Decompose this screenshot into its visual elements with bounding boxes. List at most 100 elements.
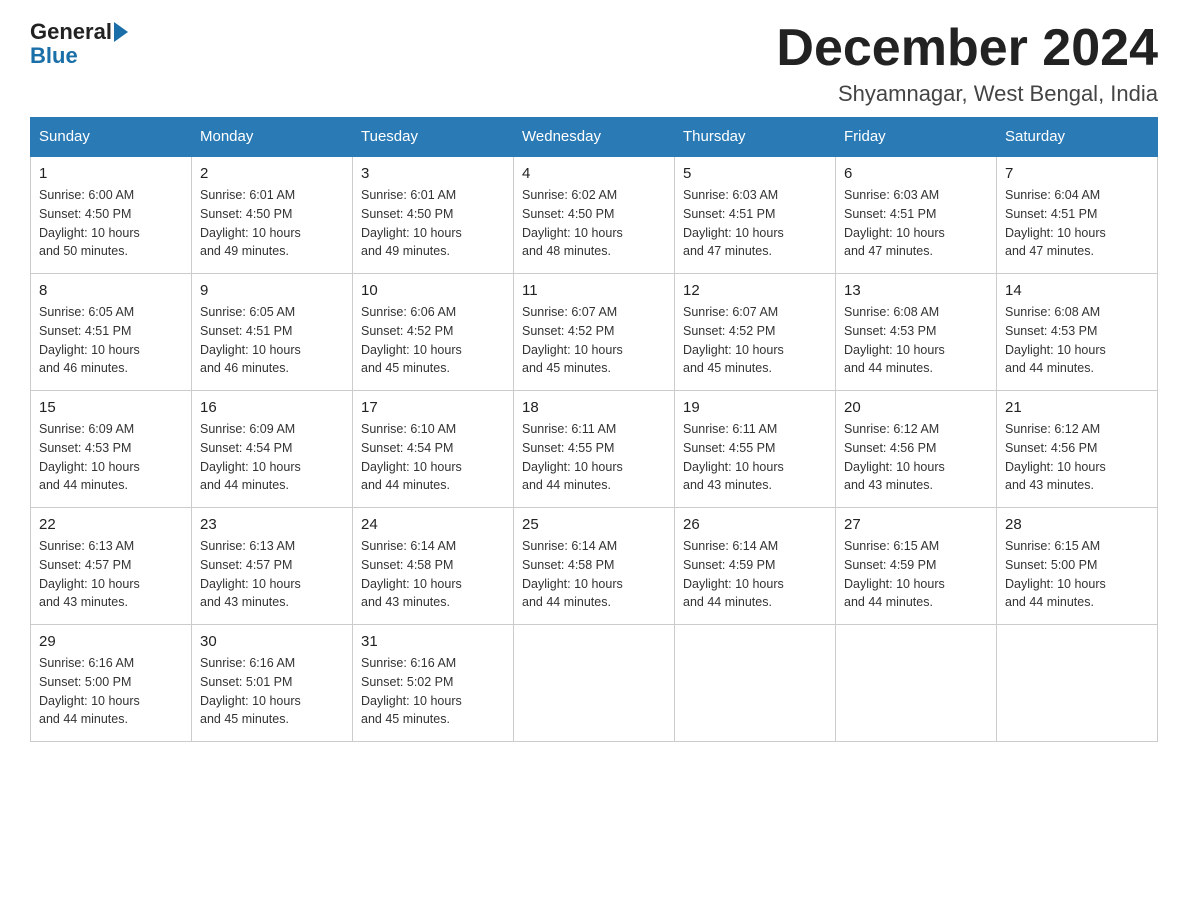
day-info: Sunrise: 6:16 AMSunset: 5:02 PMDaylight:… [361,654,505,729]
day-info: Sunrise: 6:01 AMSunset: 4:50 PMDaylight:… [361,186,505,261]
logo-blue-text: Blue [30,44,128,68]
day-number: 4 [522,165,666,182]
calendar-cell: 2Sunrise: 6:01 AMSunset: 4:50 PMDaylight… [192,156,353,274]
calendar-cell: 7Sunrise: 6:04 AMSunset: 4:51 PMDaylight… [997,156,1158,274]
day-info: Sunrise: 6:10 AMSunset: 4:54 PMDaylight:… [361,420,505,495]
day-info: Sunrise: 6:14 AMSunset: 4:58 PMDaylight:… [361,537,505,612]
calendar-cell: 25 Sunrise: 6:14 AMSunset: 4:58 PMDayligh… [514,508,675,625]
day-info: Sunrise: 6:09 AMSunset: 4:53 PMDaylight:… [39,420,183,495]
day-number: 19 [683,399,827,416]
calendar-cell: 19 Sunrise: 6:11 AMSunset: 4:55 PMDayligh… [675,391,836,508]
calendar-cell [997,625,1158,742]
day-number: 6 [844,165,988,182]
day-number: 31 [361,633,505,650]
day-number: 22 [39,516,183,533]
calendar-header-saturday: Saturday [997,118,1158,157]
day-info: Sunrise: 6:14 AMSunset: 4:58 PMDaylight:… [522,537,666,612]
day-info: Sunrise: 6:08 AMSunset: 4:53 PMDaylight:… [1005,303,1149,378]
calendar-cell: 28Sunrise: 6:15 AMSunset: 5:00 PMDayligh… [997,508,1158,625]
day-number: 29 [39,633,183,650]
day-number: 21 [1005,399,1149,416]
calendar-header-thursday: Thursday [675,118,836,157]
calendar-cell: 5Sunrise: 6:03 AMSunset: 4:51 PMDaylight… [675,156,836,274]
calendar-week-row: 22 Sunrise: 6:13 AMSunset: 4:57 PMDayligh… [31,508,1158,625]
day-info: Sunrise: 6:09 AMSunset: 4:54 PMDaylight:… [200,420,344,495]
day-info: Sunrise: 6:12 AMSunset: 4:56 PMDaylight:… [844,420,988,495]
day-info: Sunrise: 6:15 AMSunset: 4:59 PMDaylight:… [844,537,988,612]
day-number: 10 [361,282,505,299]
day-number: 7 [1005,165,1149,182]
logo-arrow-icon [114,22,128,42]
calendar-cell: 8 Sunrise: 6:05 AMSunset: 4:51 PMDaylight… [31,274,192,391]
calendar-cell: 21 Sunrise: 6:12 AMSunset: 4:56 PMDayligh… [997,391,1158,508]
calendar-cell: 1Sunrise: 6:00 AMSunset: 4:50 PMDaylight… [31,156,192,274]
calendar-cell: 10 Sunrise: 6:06 AMSunset: 4:52 PMDayligh… [353,274,514,391]
day-info: Sunrise: 6:05 AMSunset: 4:51 PMDaylight:… [39,303,183,378]
day-number: 20 [844,399,988,416]
location-title: Shyamnagar, West Bengal, India [776,81,1158,107]
day-number: 28 [1005,516,1149,533]
calendar-table: SundayMondayTuesdayWednesdayThursdayFrid… [30,117,1158,742]
day-info: Sunrise: 6:13 AMSunset: 4:57 PMDaylight:… [200,537,344,612]
day-number: 24 [361,516,505,533]
calendar-cell: 18 Sunrise: 6:11 AMSunset: 4:55 PMDayligh… [514,391,675,508]
month-title: December 2024 [776,20,1158,77]
calendar-cell: 3 Sunrise: 6:01 AMSunset: 4:50 PMDaylight… [353,156,514,274]
day-info: Sunrise: 6:08 AMSunset: 4:53 PMDaylight:… [844,303,988,378]
title-block: December 2024 Shyamnagar, West Bengal, I… [776,20,1158,107]
day-number: 16 [200,399,344,416]
calendar-cell: 22Sunrise: 6:13 AMSunset: 4:57 PMDayligh… [31,508,192,625]
day-number: 15 [39,399,183,416]
day-number: 12 [683,282,827,299]
day-info: Sunrise: 6:11 AMSunset: 4:55 PMDaylight:… [522,420,666,495]
calendar-cell [514,625,675,742]
calendar-cell: 26 Sunrise: 6:14 AMSunset: 4:59 PMDayligh… [675,508,836,625]
day-number: 25 [522,516,666,533]
day-number: 11 [522,282,666,299]
day-info: Sunrise: 6:16 AMSunset: 5:01 PMDaylight:… [200,654,344,729]
calendar-week-row: 8 Sunrise: 6:05 AMSunset: 4:51 PMDaylight… [31,274,1158,391]
logo: General Blue [30,20,128,68]
calendar-cell: 16 Sunrise: 6:09 AMSunset: 4:54 PMDayligh… [192,391,353,508]
calendar-cell: 13 Sunrise: 6:08 AMSunset: 4:53 PMDayligh… [836,274,997,391]
day-info: Sunrise: 6:12 AMSunset: 4:56 PMDaylight:… [1005,420,1149,495]
calendar-cell: 24 Sunrise: 6:14 AMSunset: 4:58 PMDayligh… [353,508,514,625]
day-number: 1 [39,165,183,182]
day-number: 18 [522,399,666,416]
calendar-cell: 6 Sunrise: 6:03 AMSunset: 4:51 PMDaylight… [836,156,997,274]
calendar-cell [836,625,997,742]
day-info: Sunrise: 6:07 AMSunset: 4:52 PMDaylight:… [683,303,827,378]
calendar-header-row: SundayMondayTuesdayWednesdayThursdayFrid… [31,118,1158,157]
day-info: Sunrise: 6:05 AMSunset: 4:51 PMDaylight:… [200,303,344,378]
day-number: 3 [361,165,505,182]
calendar-cell: 15 Sunrise: 6:09 AMSunset: 4:53 PMDayligh… [31,391,192,508]
day-info: Sunrise: 6:03 AMSunset: 4:51 PMDaylight:… [844,186,988,261]
calendar-week-row: 29Sunrise: 6:16 AMSunset: 5:00 PMDayligh… [31,625,1158,742]
calendar-header-friday: Friday [836,118,997,157]
calendar-cell: 29Sunrise: 6:16 AMSunset: 5:00 PMDayligh… [31,625,192,742]
calendar-cell: 23Sunrise: 6:13 AMSunset: 4:57 PMDayligh… [192,508,353,625]
day-info: Sunrise: 6:03 AMSunset: 4:51 PMDaylight:… [683,186,827,261]
day-info: Sunrise: 6:01 AMSunset: 4:50 PMDaylight:… [200,186,344,261]
calendar-cell [675,625,836,742]
page-header: General Blue December 2024 Shyamnagar, W… [30,20,1158,107]
day-info: Sunrise: 6:11 AMSunset: 4:55 PMDaylight:… [683,420,827,495]
day-number: 26 [683,516,827,533]
day-info: Sunrise: 6:06 AMSunset: 4:52 PMDaylight:… [361,303,505,378]
calendar-week-row: 1Sunrise: 6:00 AMSunset: 4:50 PMDaylight… [31,156,1158,274]
calendar-cell: 9Sunrise: 6:05 AMSunset: 4:51 PMDaylight… [192,274,353,391]
calendar-cell: 4Sunrise: 6:02 AMSunset: 4:50 PMDaylight… [514,156,675,274]
calendar-header-sunday: Sunday [31,118,192,157]
day-number: 8 [39,282,183,299]
calendar-cell: 20 Sunrise: 6:12 AMSunset: 4:56 PMDayligh… [836,391,997,508]
logo-general-text: General [30,20,112,44]
calendar-week-row: 15 Sunrise: 6:09 AMSunset: 4:53 PMDayligh… [31,391,1158,508]
calendar-cell: 30 Sunrise: 6:16 AMSunset: 5:01 PMDayligh… [192,625,353,742]
day-number: 13 [844,282,988,299]
calendar-cell: 11Sunrise: 6:07 AMSunset: 4:52 PMDayligh… [514,274,675,391]
calendar-header-monday: Monday [192,118,353,157]
day-number: 30 [200,633,344,650]
calendar-header-tuesday: Tuesday [353,118,514,157]
calendar-cell: 12 Sunrise: 6:07 AMSunset: 4:52 PMDayligh… [675,274,836,391]
day-info: Sunrise: 6:14 AMSunset: 4:59 PMDaylight:… [683,537,827,612]
